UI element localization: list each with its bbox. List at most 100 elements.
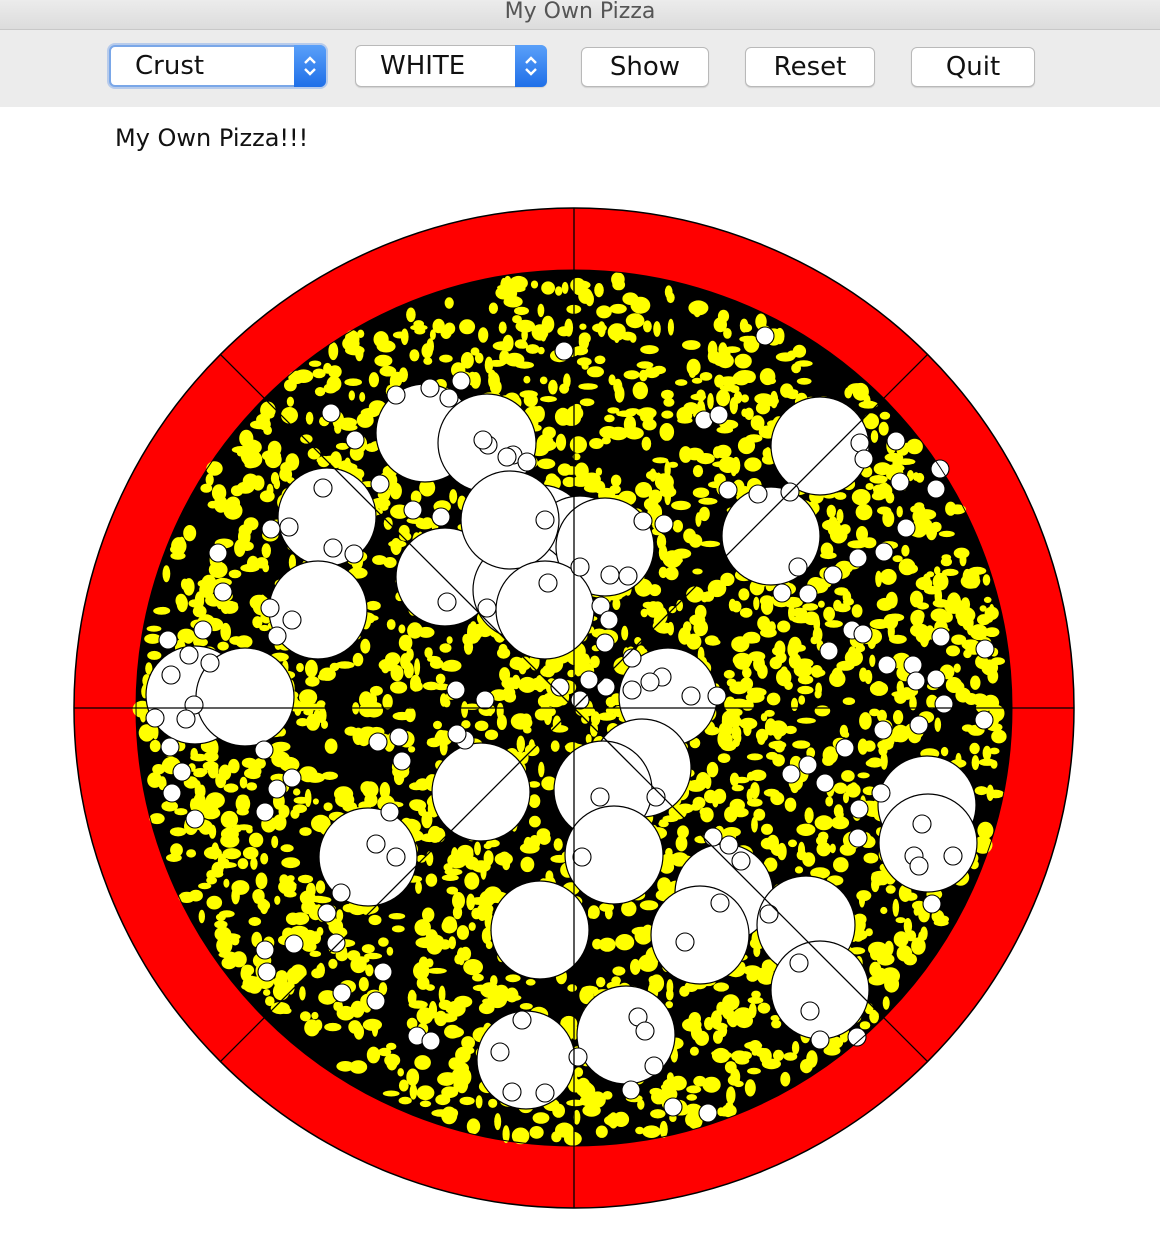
topping-small [392, 751, 412, 771]
topping-small [317, 903, 337, 923]
topping-small [709, 405, 729, 425]
topping-small [909, 715, 929, 735]
topping-small [538, 573, 558, 593]
topping-small [568, 1047, 588, 1067]
topping-small [633, 511, 653, 531]
topping-small [344, 544, 364, 564]
topping-small [321, 403, 341, 423]
topping-small [886, 431, 906, 451]
topping-small [848, 828, 868, 848]
topping-small [160, 737, 180, 757]
topping-small [366, 991, 386, 1011]
topping-small [373, 962, 393, 982]
topping-small [446, 680, 466, 700]
topping-small [512, 1010, 532, 1030]
pizza-canvas [73, 207, 1075, 1209]
topping-small [517, 452, 537, 472]
topping-small [185, 809, 205, 829]
topping-small [800, 1001, 820, 1021]
topping-small [535, 1083, 555, 1103]
topping-small [748, 484, 768, 504]
topping-small [420, 378, 440, 398]
topping-small [193, 620, 213, 640]
topping-small [943, 846, 963, 866]
topping-small [644, 1056, 664, 1076]
topping-small [267, 779, 287, 799]
topping-small [622, 680, 642, 700]
topping-small [703, 827, 723, 847]
topping-small [906, 671, 926, 691]
topping-large [878, 793, 978, 893]
topping-small [718, 480, 738, 500]
topping-small [815, 773, 835, 793]
topping-small [282, 610, 302, 630]
topping-small [873, 720, 893, 740]
topping-small [282, 768, 302, 788]
topping-small [403, 500, 423, 520]
topping-small [681, 686, 701, 706]
topping-small [663, 1097, 683, 1117]
topping-small [819, 641, 839, 661]
topping-small [810, 1030, 830, 1050]
topping-small [261, 519, 281, 539]
topping-large [770, 940, 870, 1040]
topping-small [368, 732, 388, 752]
topping-small [386, 385, 406, 405]
topping-small [772, 583, 792, 603]
topping-small [473, 430, 493, 450]
topping-small [345, 430, 365, 450]
topping-small [260, 598, 280, 618]
topping-small [710, 893, 730, 913]
topping-small [267, 626, 287, 646]
topping-small [599, 610, 619, 630]
topping-small [903, 655, 923, 675]
topping-small [798, 584, 818, 604]
topping-small [257, 962, 277, 982]
topping-small [158, 630, 178, 650]
topping-small [590, 787, 610, 807]
topping-small [759, 904, 779, 924]
topping-small [595, 633, 615, 653]
topping-small [554, 341, 574, 361]
topping-small [254, 740, 274, 760]
topping-small [640, 672, 660, 692]
topping-small [912, 814, 932, 834]
topping-small [502, 1082, 522, 1102]
topping-small [788, 557, 808, 577]
topping-small [439, 388, 459, 408]
topping-small [798, 755, 818, 775]
topping-small [213, 582, 233, 602]
topping-small [326, 933, 346, 953]
topping-small [930, 459, 950, 479]
topping-small [654, 514, 674, 534]
topping-small [835, 738, 855, 758]
topping-small [854, 449, 874, 469]
topping-large [650, 885, 750, 985]
topping-small [572, 847, 592, 867]
topping-small [490, 1042, 510, 1062]
topping-small [926, 669, 946, 689]
topping-small [731, 851, 751, 871]
topping-small [622, 648, 642, 668]
topping-small [755, 326, 775, 346]
topping-small [896, 518, 916, 538]
topping-small [284, 934, 304, 954]
topping-small [926, 479, 946, 499]
topping-small [848, 548, 868, 568]
topping-small [877, 655, 897, 675]
topping-small [850, 433, 870, 453]
topping-small [208, 543, 228, 563]
topping-small [922, 894, 942, 914]
topping-small [380, 802, 400, 822]
topping-small [475, 690, 495, 710]
topping-small [675, 932, 695, 952]
topping-small [172, 762, 192, 782]
topping-small [161, 665, 181, 685]
topping-small [931, 627, 951, 647]
topping-large [268, 560, 368, 660]
topping-small [635, 1021, 655, 1041]
topping-small [179, 645, 199, 665]
topping-small [162, 783, 182, 803]
topping-small [974, 710, 994, 730]
topping-large [431, 742, 531, 842]
